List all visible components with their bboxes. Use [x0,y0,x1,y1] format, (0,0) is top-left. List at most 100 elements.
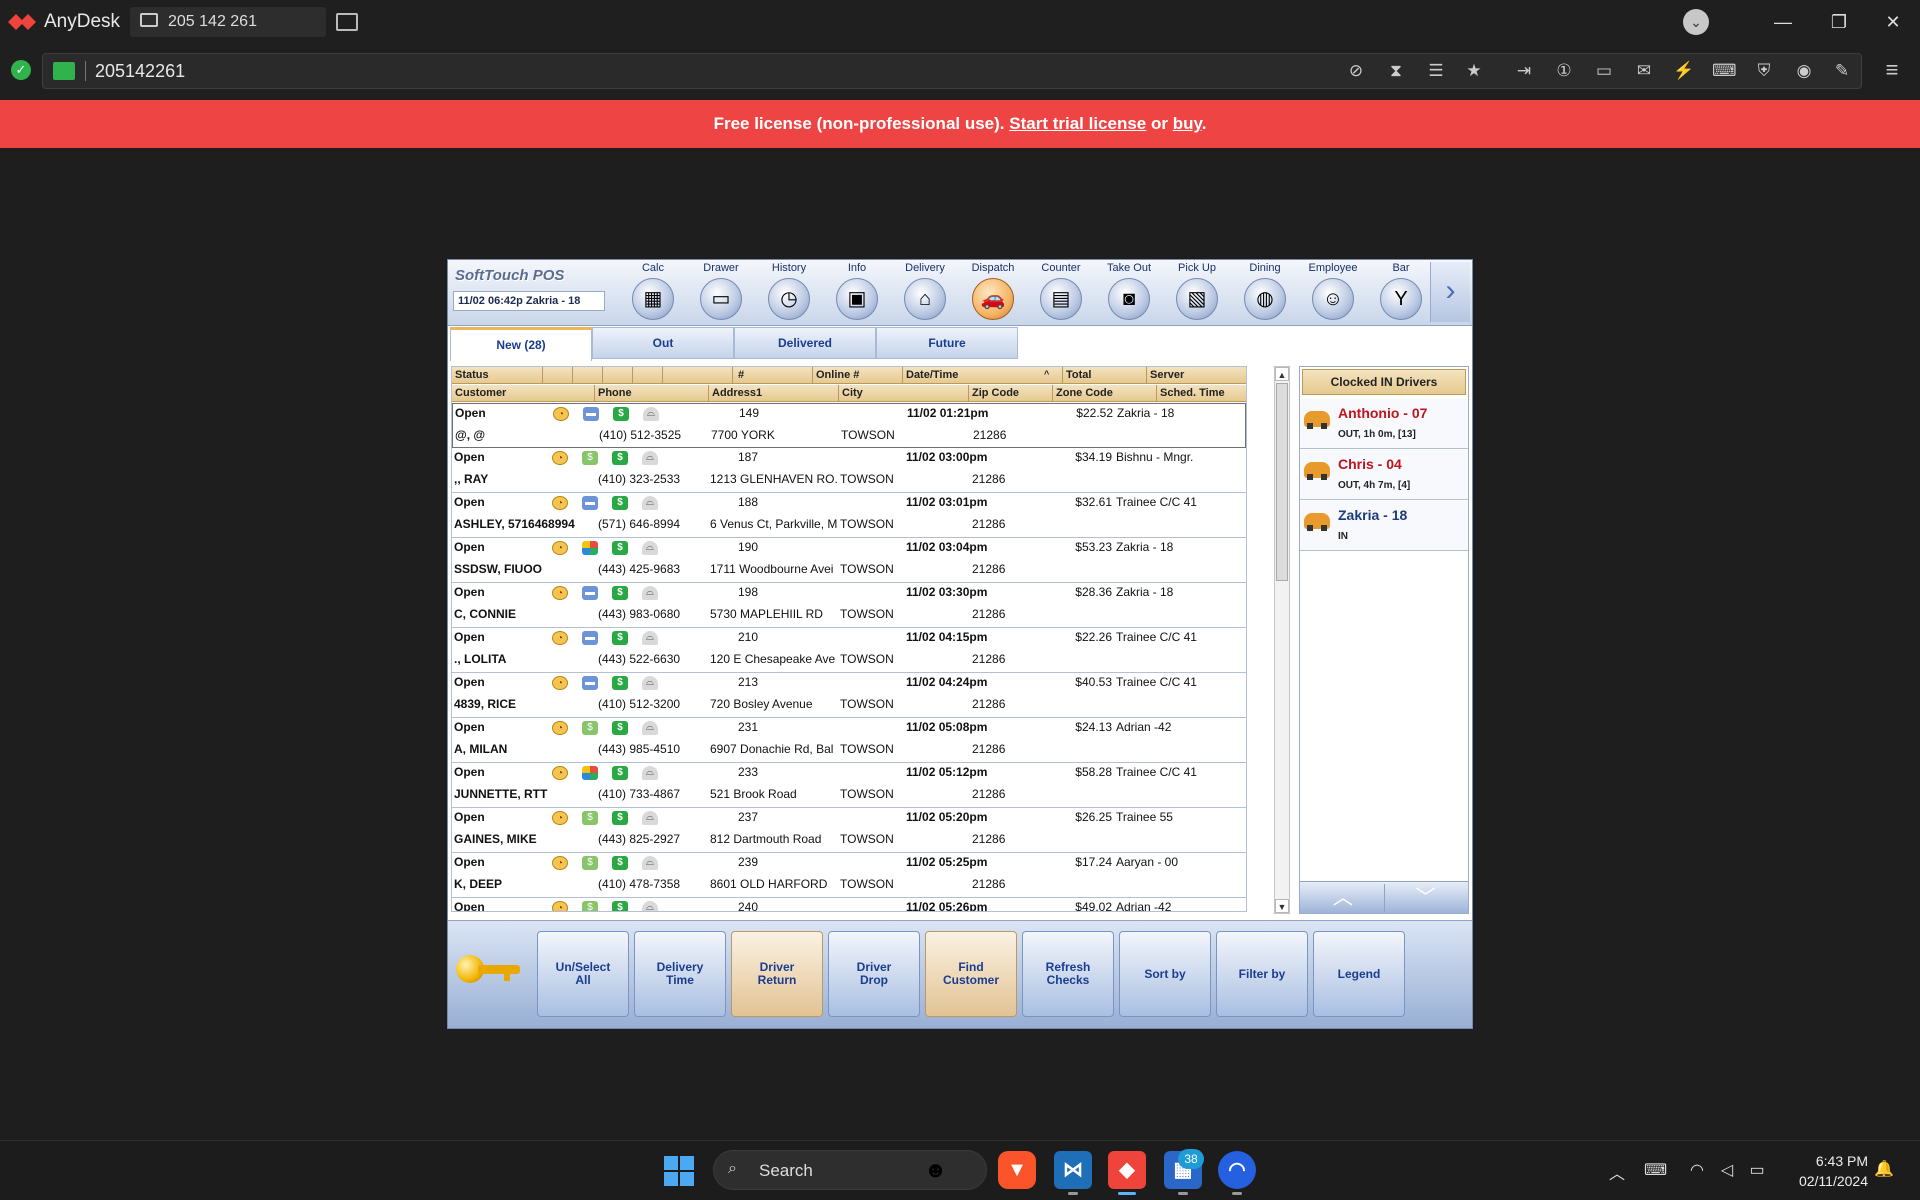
brave-browser-icon[interactable]: ▼ [998,1151,1036,1189]
nav-drawer-button[interactable]: Drawer ▭ [687,260,755,324]
drivers-down-icon[interactable]: ﹀ [1384,884,1466,912]
col-customer[interactable]: Customer [455,387,506,399]
volume-icon[interactable]: ◁ [1716,1160,1738,1180]
anydesk-taskbar-icon[interactable]: ◆ [1108,1151,1146,1195]
battery-icon[interactable]: ▭ [1746,1160,1768,1180]
nav-info-button[interactable]: Info ▣ [823,260,891,324]
table-row[interactable]: Open ◔ ▬ $ ⌓ 213 11/02 04:24pm $40.53 Trainee C/… [452,673,1246,718]
table-row[interactable]: Open ◔ $ $ ⌓ 187 11/02 03:00pm $34.19 Bishnu - M… [452,448,1246,493]
nav-dining-button[interactable]: Dining ◍ [1231,260,1299,324]
col-datetime[interactable]: Date/Time [906,369,958,381]
table-row[interactable]: Open ◔ $ $ ⌓ 231 11/02 05:08pm $24.13 Adrian -42… [452,718,1246,763]
col-status[interactable]: Status [455,369,489,381]
database-icon[interactable]: ☰ [1424,59,1448,83]
driver-item[interactable]: Chris - 04 OUT, 4h 7m, [4] [1300,450,1468,500]
nav-calc-button[interactable]: Calc ▦ [619,260,687,324]
col-phone[interactable]: Phone [598,387,632,399]
order-number: 187 [738,450,759,464]
refresh-checks-button[interactable]: Refresh Checks [1022,931,1114,1017]
taskbar-clock[interactable]: 6:43 PM 02/11/2024 [1778,1151,1868,1191]
close-button[interactable]: ✕ [1878,8,1908,36]
tab-delivered[interactable]: Delivered [734,327,876,359]
wifi-icon[interactable]: ◠ [1686,1160,1708,1180]
minimize-button[interactable]: — [1768,8,1798,36]
tab-future[interactable]: Future [876,327,1018,359]
nav-dispatch-button[interactable]: Dispatch 🚗 [959,260,1027,324]
privacy-icon[interactable]: ⊘ [1344,59,1368,83]
display-icon[interactable]: ▭ [1592,59,1616,83]
address-field[interactable]: 205142261 [42,53,1862,89]
legend-button[interactable]: Legend [1313,931,1405,1017]
record-icon[interactable]: ◉ [1792,59,1816,83]
menu-icon[interactable]: ≡ [1880,58,1904,82]
col-server[interactable]: Server [1150,369,1184,381]
notification-bell-icon[interactable]: 🔔 [1874,1159,1894,1179]
col-total[interactable]: Total [1066,369,1091,381]
chat-icon[interactable]: ✉ [1632,59,1656,83]
nav-next-arrow-icon[interactable]: › [1430,262,1470,322]
vscode-icon[interactable]: ⋈ [1054,1151,1092,1195]
vpn-app-icon[interactable]: ◠ [1218,1151,1256,1195]
driver-item[interactable]: Anthonio - 07 OUT, 1h 0m, [13] [1300,399,1468,449]
table-row[interactable]: Open ◔ ▬ $ ⌓ 188 11/02 03:01pm $32.61 Trainee C/… [452,493,1246,538]
file-transfer-icon[interactable]: ⇥ [1512,59,1536,83]
nav-employee-button[interactable]: Employee ☺ [1299,260,1367,324]
tab-new[interactable]: New (28) [450,327,592,361]
drivers-up-icon[interactable]: ︿ [1302,884,1384,912]
find-customer-button[interactable]: Find Customer [925,931,1017,1017]
table-row[interactable]: Open ◔ $ $ ⌓ 239 11/02 05:25pm $17.24 Aaryan - 0… [452,853,1246,898]
start-trial-link[interactable]: Start trial license [1009,114,1146,133]
scroll-up-icon[interactable]: ▲ [1275,367,1289,381]
table-row[interactable]: Open ◔ $ ⌓ 233 11/02 05:12pm $58.28 Trainee C/C… [452,763,1246,808]
download-icon[interactable]: ⌄ [1683,9,1709,35]
taskbar-search[interactable]: ⌕ Search ☻ [713,1150,987,1190]
col-address1[interactable]: Address1 [712,387,762,399]
nav-counter-button[interactable]: Counter ▤ [1027,260,1095,324]
un-select-all-button[interactable]: Un/Select All [537,931,629,1017]
table-row[interactable]: Open ◔ ▬ $ ⌓ 210 11/02 04:15pm $22.26 Trainee C/… [452,628,1246,673]
favorite-star-icon[interactable]: ★ [1462,59,1486,83]
table-row[interactable]: Open ◔ $ $ ⌓ 237 11/02 05:20pm $26.25 Trainee 55… [452,808,1246,853]
windows-start-icon[interactable] [664,1156,696,1186]
order-server: Bishnu - Mngr. [1116,450,1194,464]
keyboard-icon[interactable]: ⌨ [1712,59,1737,83]
nav-history-button[interactable]: History ◷ [755,260,823,324]
table-row[interactable]: Open ◔ ▬ $ ⌓ 149 11/02 01:21pm $22.52 Zakria - 1… [452,403,1246,448]
delivery-time-button[interactable]: Delivery Time [634,931,726,1017]
col-city[interactable]: City [842,387,863,399]
hourglass-icon[interactable]: ⧗ [1384,59,1408,83]
sort-by-button[interactable]: Sort by [1119,931,1211,1017]
nav-take-out-button[interactable]: Take Out ◙ [1095,260,1163,324]
tab-out[interactable]: Out [592,327,734,359]
buy-link[interactable]: buy [1173,114,1202,133]
driver-item[interactable]: Zakria - 18 IN [1300,501,1468,551]
col-sched-time[interactable]: Sched. Time [1160,387,1225,399]
session-tab[interactable]: 205 142 261 [130,7,326,37]
col-number[interactable]: # [738,369,744,381]
nav-delivery-button[interactable]: Delivery ⌂ [891,260,959,324]
key-icon[interactable] [456,943,520,993]
actions-lightning-icon[interactable]: ⚡ [1672,59,1696,83]
scroll-down-icon[interactable]: ▼ [1275,899,1289,913]
table-row[interactable]: Open ◔ ▬ $ ⌓ 198 11/02 03:30pm $28.36 Zakria - 1… [452,583,1246,628]
col-zone-code[interactable]: Zone Code [1056,387,1113,399]
scroll-thumb[interactable] [1276,383,1288,581]
new-session-icon[interactable] [336,13,358,31]
restore-button[interactable]: ❐ [1824,8,1854,36]
col-zip-code[interactable]: Zip Code [972,387,1019,399]
table-row[interactable]: Open ◔ $ ⌓ 190 11/02 03:04pm $53.23 Zakria - 18… [452,538,1246,583]
grid-scrollbar[interactable]: ▲ ▼ [1274,366,1290,914]
tray-overflow-icon[interactable]: ︿ [1606,1160,1628,1184]
keyboard-layout-icon[interactable]: ⌨ [1644,1160,1667,1180]
permissions-shield-icon[interactable]: ⛨ [1752,59,1776,83]
nav-bar-button[interactable]: Bar Y [1367,260,1435,324]
driver-drop-button[interactable]: Driver Drop [828,931,920,1017]
whiteboard-pen-icon[interactable]: ✎ [1830,59,1854,83]
customer-zip: 21286 [972,472,1006,486]
driver-return-button[interactable]: Driver Return [731,931,823,1017]
nav-pick-up-button[interactable]: Pick Up ▧ [1163,260,1231,324]
monitor-1-icon[interactable]: ① [1552,59,1576,83]
col-online-number[interactable]: Online # [816,369,859,381]
table-row[interactable]: Open ◔ $ $ ⌓ 240 11/02 05:26pm $49.02 Adrian -42 [452,898,1246,911]
filter-by-button[interactable]: Filter by [1216,931,1308,1017]
